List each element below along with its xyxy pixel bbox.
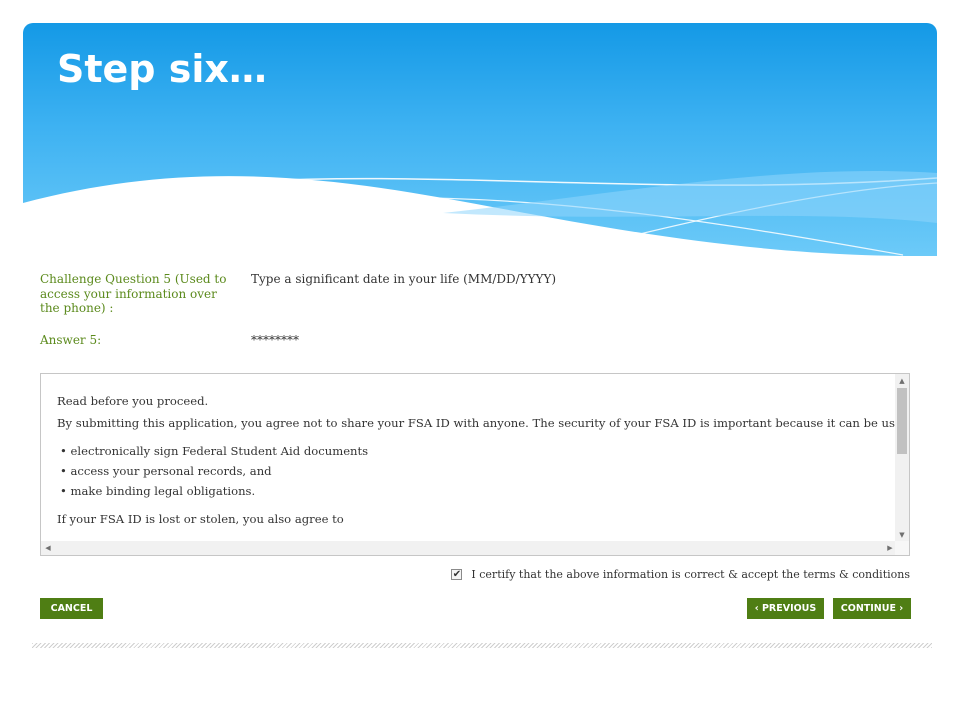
slide-header: Step six… (23, 23, 937, 256)
footer-divider (32, 643, 932, 648)
certify-checkbox[interactable]: ✔ (451, 569, 463, 580)
challenge-question-label: Challenge Question 5 (Used to access you… (40, 272, 227, 315)
terms-content: Read before you proceed. By submitting t… (57, 394, 910, 526)
slide-title: Step six… (57, 47, 267, 91)
terms-bullet: • access your personal records, and (60, 464, 272, 478)
terms-bullet-list: • electronically sign Federal Student Ai… (57, 444, 909, 498)
terms-bullet: • make binding legal obligations. (60, 484, 256, 498)
answer-value: ******** (251, 333, 299, 347)
scroll-down-arrow-icon[interactable]: ▼ (895, 531, 909, 539)
scroll-up-arrow-icon[interactable]: ▲ (895, 377, 909, 385)
vertical-scroll-thumb[interactable] (897, 388, 907, 454)
certify-label: I certify that the above information is … (471, 568, 910, 581)
continue-button[interactable]: CONTINUE › (833, 598, 911, 619)
terms-bullet: • electronically sign Federal Student Ai… (60, 444, 369, 458)
terms-textbox[interactable]: Read before you proceed. By submitting t… (40, 373, 910, 556)
scroll-left-arrow-icon[interactable]: ◀ (41, 544, 55, 552)
vertical-scrollbar[interactable]: ▲ ▼ (895, 374, 909, 542)
terms-heading: Read before you proceed. (57, 394, 209, 408)
cancel-button[interactable]: CANCEL (40, 598, 103, 619)
challenge-question-value: Type a significant date in your life (MM… (251, 272, 557, 286)
check-mark-icon: ✔ (452, 569, 462, 580)
scrollbar-corner (895, 541, 909, 555)
horizontal-scrollbar[interactable]: ◀ ▶ (41, 541, 897, 555)
terms-intro: By submitting this application, you agre… (57, 416, 910, 430)
answer-label: Answer 5: (40, 333, 102, 347)
certify-row: ✔ I certify that the above information i… (451, 568, 910, 581)
terms-lost-text: If your FSA ID is lost or stolen, you al… (57, 512, 344, 526)
previous-button[interactable]: ‹ PREVIOUS (747, 598, 824, 619)
